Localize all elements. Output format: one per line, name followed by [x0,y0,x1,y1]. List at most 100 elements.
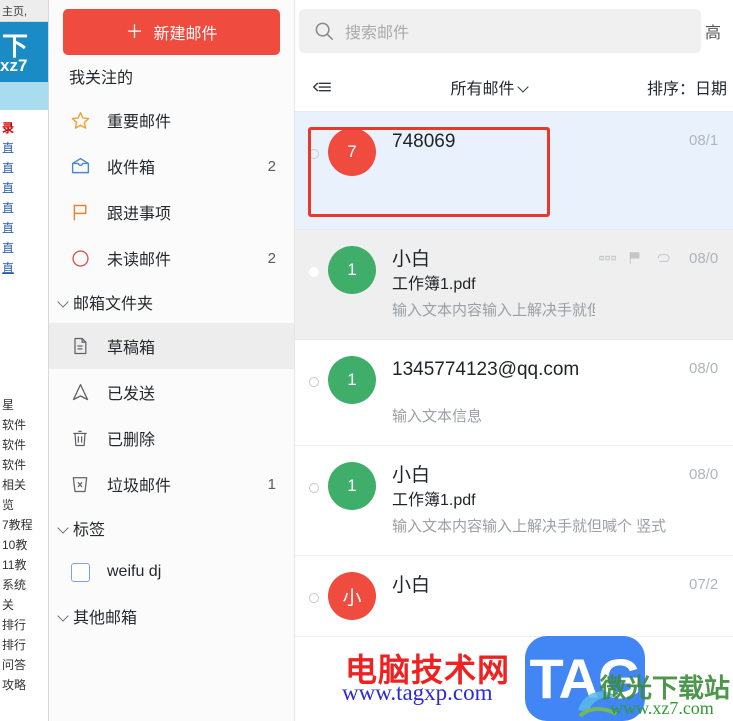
sidebar-item-followup[interactable]: 跟进事项 [49,189,294,235]
background-link: 直 [2,241,15,255]
background-link: 相关 [2,478,27,492]
mail-date: 07/2 [689,576,719,593]
mail-list-item[interactable]: 7 748069 08/1 [295,112,733,230]
background-link: 直 [2,221,15,235]
mail-list-item[interactable]: 1 小白 工作簿1.pdf 输入文本内容输入上解决手就但喊个 竖式 [295,230,733,340]
unread-dot[interactable] [309,483,319,493]
advanced-search-link[interactable]: 高 [701,19,727,43]
chevron-down-icon [57,521,71,535]
sidebar-item-label: 收件箱 [107,160,156,177]
mail-list-pane: 搜索邮件 高 所有邮件 排序：日期 7 748069 08/1 1 小白 工作簿… [295,0,733,721]
mail-list-item[interactable]: 1 1345774123@qq.com 输入文本信息 08/0 [295,340,733,446]
mail-hover-actions [599,250,681,266]
mail-subject: 工作簿1.pdf [392,276,476,293]
background-link-list-bottom: 星 软件 软件 软件 相关 览 7教程 10教 11教 系统 关 排行 排行 问… [0,395,48,695]
background-link: 直 [2,161,15,175]
background-browser-topbar: 主页, [0,0,48,22]
background-link: 软件 [2,418,27,432]
more-icon[interactable] [599,253,617,263]
background-link: 软件 [2,438,27,452]
mail-preview: 输入文本信息 [392,408,483,425]
trash-icon [69,427,91,449]
sidebar-item-unread[interactable]: 未读邮件 2 [49,235,294,281]
sidebar-item-inbox[interactable]: 收件箱 2 [49,143,294,189]
mail-sender: 1345774123@qq.com [392,359,580,380]
unread-dot[interactable] [309,149,319,159]
collapse-list-icon[interactable] [311,76,333,98]
sidebar-item-label: 已发送 [107,386,156,403]
mail-date: 08/0 [689,466,719,483]
mail-sender: 小白 [392,249,431,270]
mail-sender: 小白 [392,465,431,486]
background-color-band [0,82,48,110]
mail-list-item[interactable]: 1 小白 工作簿1.pdf 输入文本内容输入上解决手就但喊个 竖式 08/0 [295,446,733,556]
background-link: 直 [2,181,15,195]
background-link: 关 [2,598,15,612]
section-folders-label: 邮箱文件夹 [73,296,154,313]
background-link: 攻略 [2,678,27,692]
section-header-tags[interactable]: 标签 [49,507,294,549]
circle-icon [69,247,91,269]
section-other-label: 其他邮箱 [73,610,138,627]
sidebar-item-tag-weifu-dj[interactable]: weifu dj [49,549,294,595]
sidebar-item-sent[interactable]: 已发送 [49,369,294,415]
search-input[interactable]: 搜索邮件 [299,9,701,53]
plus-icon: ＋ [125,22,144,42]
attachment-icon[interactable] [653,252,671,264]
flag-icon[interactable] [627,250,643,266]
sidebar-item-important[interactable]: 重要邮件 [49,97,294,143]
mail-preview: 输入文本内容输入上解决手就但喊个 竖式 [392,518,667,535]
junk-icon [69,473,91,495]
mail-sender: 748069 [392,131,456,152]
compose-mail-button[interactable]: ＋ 新建邮件 [63,9,280,55]
sidebar-item-label: 已删除 [107,432,156,449]
section-header-favorites: 我关注的 [49,55,294,97]
sidebar-item-label: 重要邮件 [107,114,172,131]
mail-date: 08/0 [689,360,719,377]
sidebar-item-label: weifu dj [107,563,162,580]
sidebar-item-label: 垃圾邮件 [107,478,172,495]
screenshot-root: 主页, 下 xz7 录 直 直 直 直 直 直 直 星 软件 软件 软件 相关 … [0,0,733,721]
mail-item-body: 小白 [392,572,685,620]
avatar-text: 小 [342,587,362,609]
section-header-folders[interactable]: 邮箱文件夹 [49,281,294,323]
sidebar: ＋ 新建邮件 我关注的 重要邮件 收件箱 2 跟进事项 未读邮件 2 邮箱文件夹… [49,0,295,721]
avatar-text: 1 [347,476,357,495]
background-link: 直 [2,201,15,215]
background-link: 直 [2,141,15,155]
flag-icon [69,201,91,223]
mail-list-item[interactable]: 小 小白 07/2 [295,556,733,637]
background-site-banner: 下 xz7 [0,22,48,82]
background-link: 录 [2,121,15,135]
mail-subject: 工作簿1.pdf [392,492,476,509]
background-link-list-top: 录 直 直 直 直 直 直 直 [0,118,48,278]
mail-filter-label: 所有邮件 [450,80,515,98]
mail-filter-dropdown[interactable]: 所有邮件 [333,75,647,99]
avatar: 1 [328,356,376,404]
background-link: 问答 [2,658,27,672]
unread-dot[interactable] [309,593,319,603]
avatar: 小 [328,572,376,620]
tag-box-icon [69,561,91,583]
unread-dot[interactable] [309,377,319,387]
avatar-text: 7 [347,142,357,161]
unread-dot[interactable] [309,267,319,277]
background-link: 览 [2,498,15,512]
section-favorites-label: 我关注的 [69,70,134,87]
background-link: 11教 [2,558,27,572]
background-link: 10教 [2,538,28,552]
mail-item-meta: 08/0 [599,246,723,323]
mail-list: 7 748069 08/1 1 小白 工作簿1.pdf 输入文本内容输入上解决手… [295,112,733,637]
sidebar-item-label: 草稿箱 [107,340,156,357]
section-tags-label: 标签 [73,522,106,539]
section-header-other-mailboxes[interactable]: 其他邮箱 [49,595,294,637]
send-icon [69,381,91,403]
sidebar-item-junk[interactable]: 垃圾邮件 1 [49,461,294,507]
avatar-text: 1 [347,260,357,279]
star-icon [69,109,91,131]
avatar-text: 1 [347,370,357,389]
sidebar-item-deleted[interactable]: 已删除 [49,415,294,461]
avatar: 7 [328,128,376,176]
sidebar-item-drafts[interactable]: 草稿箱 [49,323,294,369]
sort-dropdown[interactable]: 排序：日期 [647,75,729,99]
